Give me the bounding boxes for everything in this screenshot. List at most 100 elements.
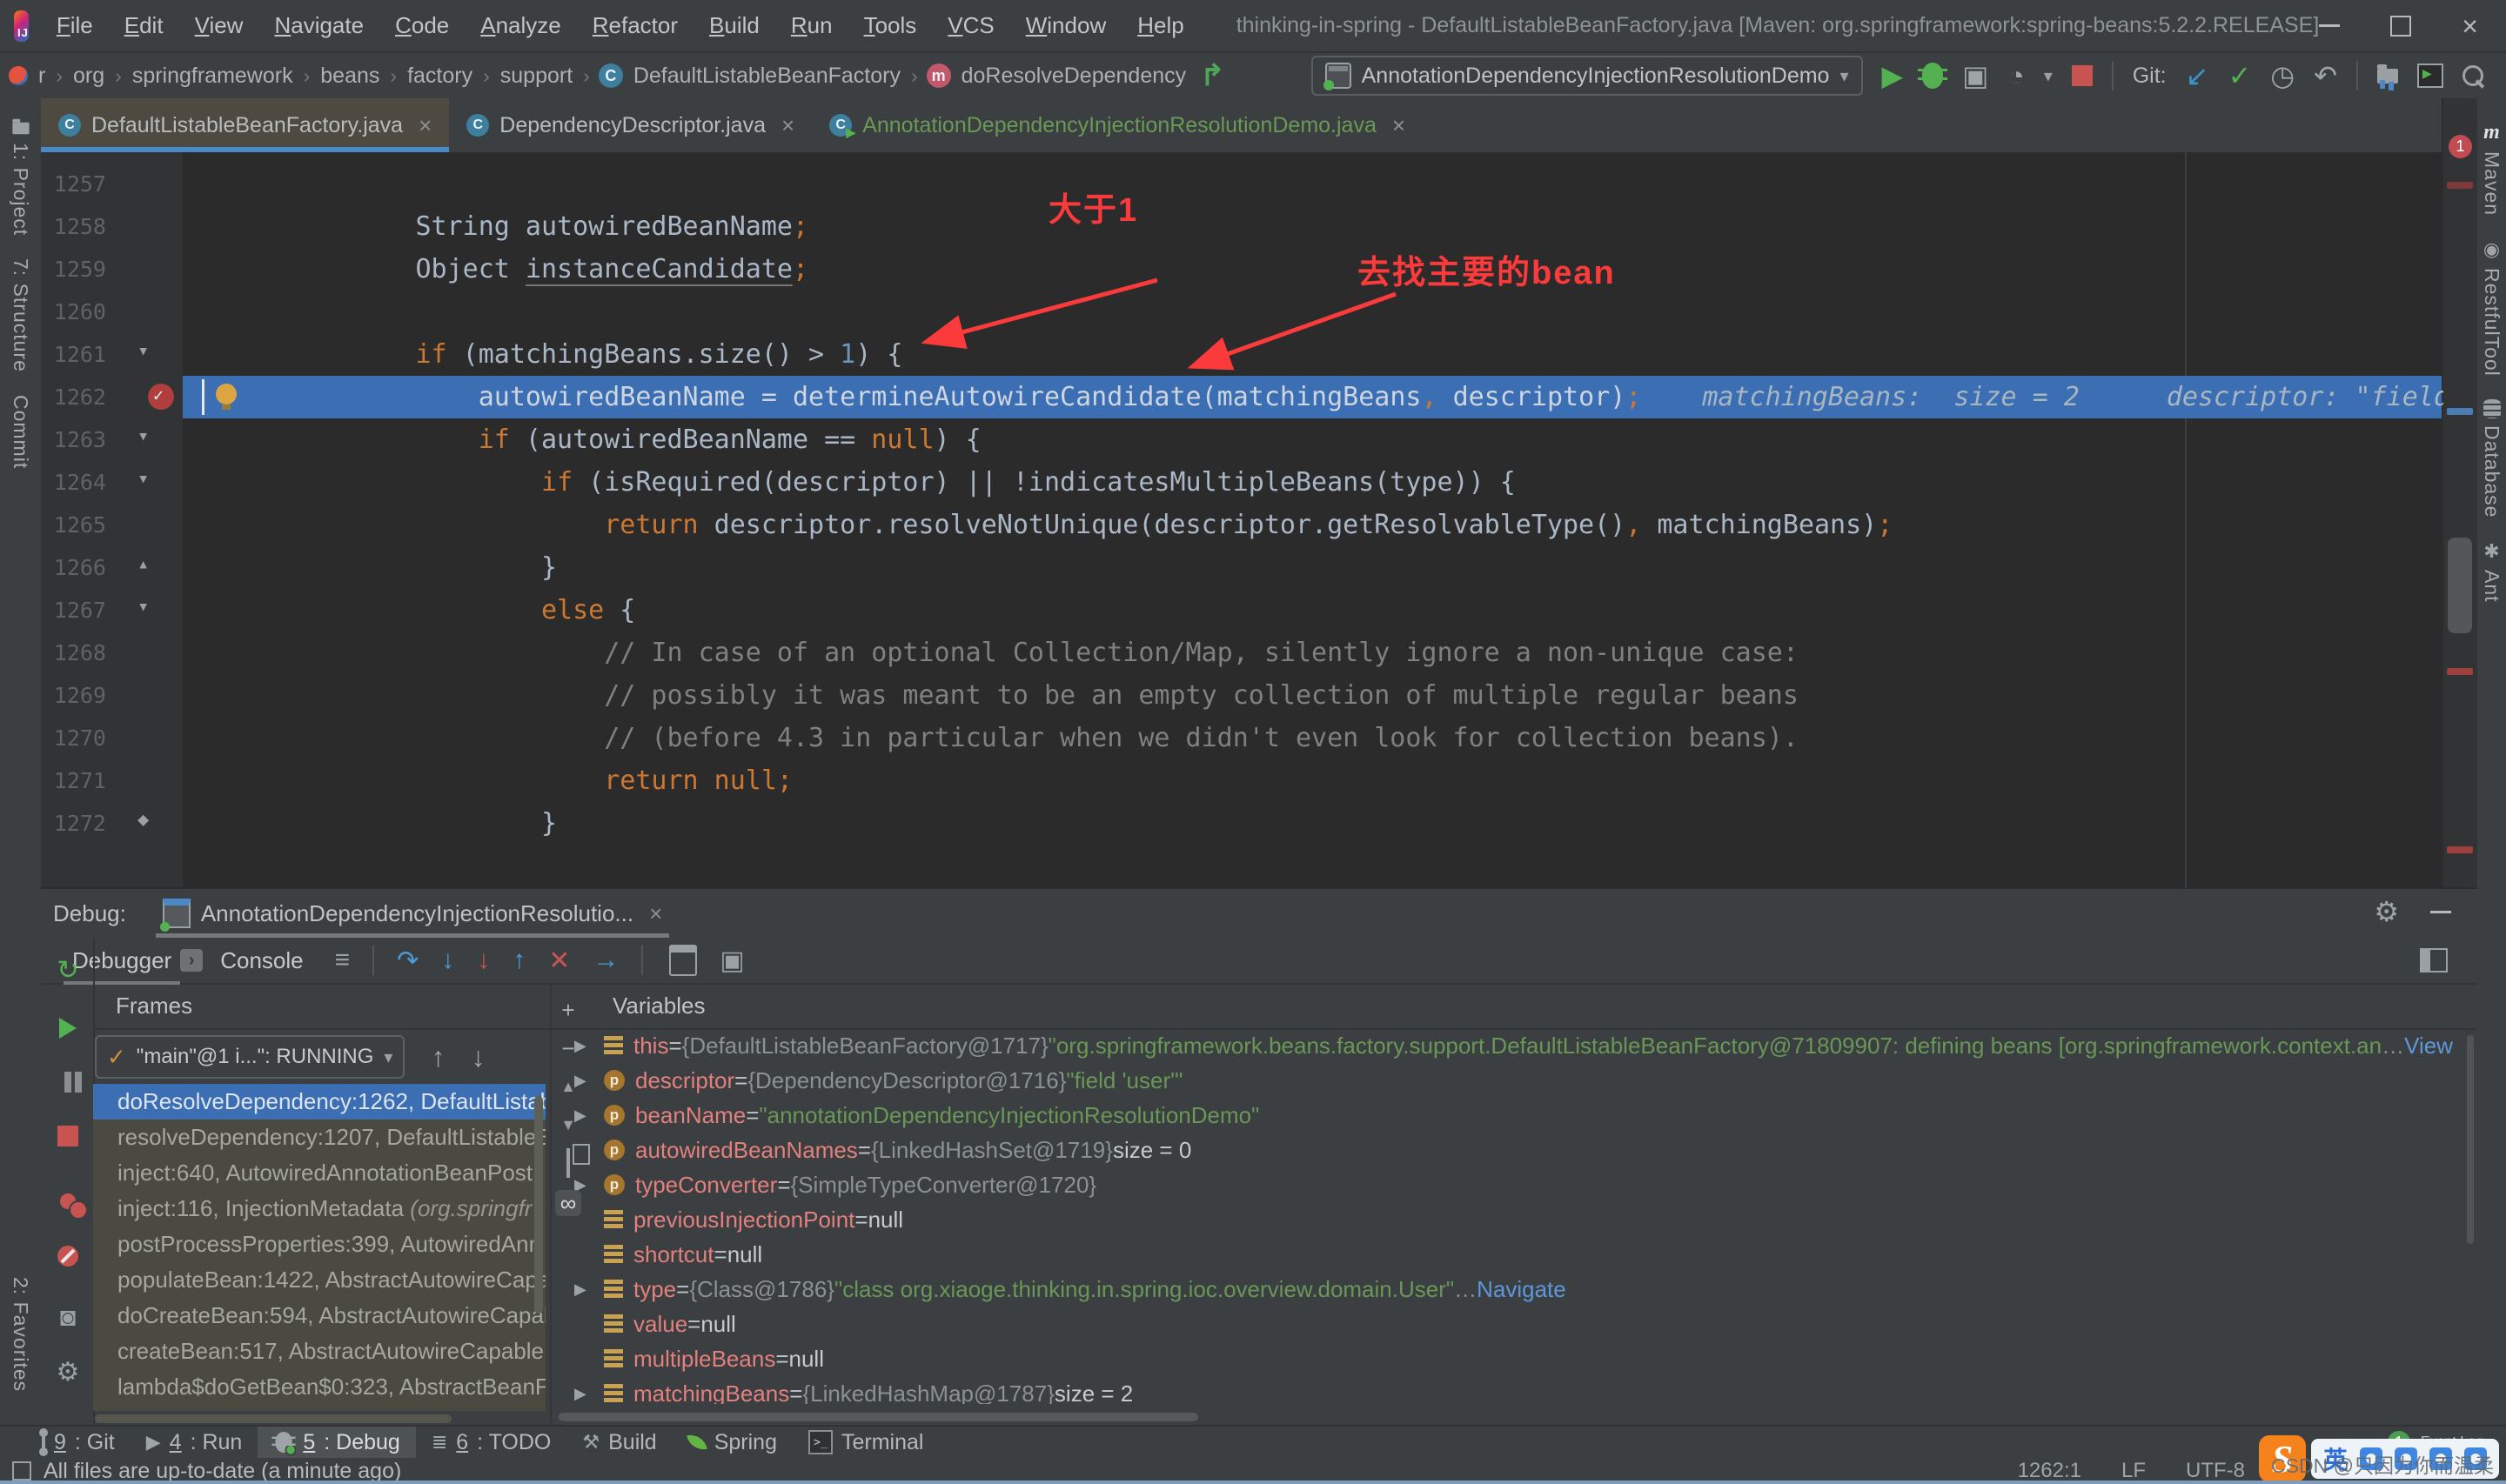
debugger-settings-icon[interactable]: ⚙ xyxy=(53,1357,83,1387)
error-count-badge[interactable]: 1 xyxy=(2449,135,2472,158)
menu-item-run[interactable]: Run xyxy=(779,7,845,44)
breadcrumb-item[interactable]: doResolveDependency xyxy=(960,62,1189,90)
gutter[interactable] xyxy=(106,504,290,546)
code-editor[interactable]: 1257 1258 String autowiredBeanName; 1259 O… xyxy=(41,152,2443,887)
view-breakpoints-icon[interactable] xyxy=(53,1187,88,1220)
frame-up-icon[interactable]: ↑ xyxy=(431,1043,445,1071)
breakpoint-icon[interactable] xyxy=(148,384,174,410)
running-processes-icon[interactable] xyxy=(2417,64,2443,88)
gutter[interactable]: ▾ xyxy=(106,589,290,632)
tab-console[interactable]: Console xyxy=(211,944,312,978)
hide-panel-icon[interactable] xyxy=(2430,910,2451,913)
value-link[interactable]: Navigate xyxy=(1477,1276,1566,1303)
variable-row[interactable]: p autowiredBeanNames = {LinkedHashSet@171… xyxy=(552,1133,2477,1167)
stack-frame-row[interactable]: inject:116, InjectionMetadata (org.sprin… xyxy=(93,1191,546,1227)
code-area[interactable]: 1257 1258 String autowiredBeanName; 1259 O… xyxy=(41,152,2443,843)
breadcrumb-item[interactable]: beans xyxy=(318,62,381,90)
git-rollback-button[interactable]: ↶ xyxy=(2314,62,2337,90)
menu-item-tools[interactable]: Tools xyxy=(852,7,929,44)
menu-item-edit[interactable]: Edit xyxy=(112,7,176,44)
force-step-into-icon[interactable]: ↓ xyxy=(477,946,490,975)
rerun-icon[interactable]: ↻ xyxy=(53,955,83,986)
stack-frame-row[interactable]: getObject:-1, 1827725498 (org.springfram xyxy=(93,1405,546,1411)
breadcrumb-item[interactable]: DefaultListableBeanFactory xyxy=(632,62,902,90)
caret-position[interactable]: 1262:1 xyxy=(2018,1459,2081,1483)
toolwindow-button-spring[interactable]: Spring xyxy=(673,1427,793,1458)
close-icon[interactable]: × xyxy=(781,112,794,139)
step-over-icon[interactable]: ↷ xyxy=(397,946,419,976)
variable-row[interactable]: ▶ type = {Class@1786} "class org.xiaoge.t… xyxy=(552,1272,2477,1307)
toolwindow-button-build[interactable]: ⚒ Build xyxy=(566,1427,672,1458)
drop-frame-icon[interactable]: ✕ xyxy=(548,946,570,976)
line-number[interactable]: 1264 xyxy=(41,470,106,495)
back-arrow-icon[interactable]: ↰ xyxy=(1200,58,1225,93)
line-number[interactable]: 1270 xyxy=(41,725,106,751)
gutter[interactable] xyxy=(106,205,290,248)
line-ending[interactable]: LF xyxy=(2121,1459,2146,1483)
gutter[interactable] xyxy=(106,674,290,717)
line-number[interactable]: 1266 xyxy=(41,555,106,580)
restore-layout-icon[interactable] xyxy=(2420,948,2448,973)
window-status-icon[interactable] xyxy=(12,1461,31,1481)
maximize-icon[interactable] xyxy=(2390,15,2412,37)
toolwindow-button-debug[interactable]: 5: Debug xyxy=(258,1427,416,1458)
toolwindow-button-git[interactable]: 9: Git xyxy=(26,1427,131,1458)
gutter[interactable] xyxy=(106,163,290,205)
gutter[interactable]: ▴ xyxy=(106,546,290,589)
tool-stripe-restfultool[interactable]: ◉ RestfulTool xyxy=(2477,238,2506,377)
menu-item-window[interactable]: Window xyxy=(1014,7,1118,44)
add-watch-icon[interactable]: + xyxy=(561,999,574,1021)
variable-row[interactable]: ▶ p typeConverter = {SimpleTypeConverter@1… xyxy=(552,1167,2477,1202)
menu-item-view[interactable]: View xyxy=(183,7,256,44)
fold-marker-icon[interactable]: ▾ xyxy=(137,596,149,618)
gutter[interactable] xyxy=(106,759,290,802)
error-stripe-mark[interactable] xyxy=(2447,182,2473,189)
variable-row[interactable]: previousInjectionPoint = null xyxy=(552,1202,2477,1237)
menu-item-build[interactable]: Build xyxy=(697,7,772,44)
stack-frame-row[interactable]: doCreateBean:594, AbstractAutowireCapab xyxy=(93,1298,546,1334)
profiler-chevron-icon[interactable]: ▾ xyxy=(2044,65,2053,87)
line-number[interactable]: 1263 xyxy=(41,427,106,452)
menu-item-refactor[interactable]: Refactor xyxy=(580,7,690,44)
line-number[interactable]: 1262 xyxy=(41,384,106,410)
variable-row[interactable]: ▶ p descriptor = {DependencyDescriptor@171… xyxy=(552,1063,2477,1098)
thread-selector[interactable]: ✓ "main"@1 i...": RUNNING ▾ xyxy=(95,1035,405,1079)
editor-tab[interactable]: C DependencyDescriptor.java × xyxy=(449,98,812,152)
resume-icon[interactable] xyxy=(53,1016,83,1046)
close-icon[interactable]: × xyxy=(649,900,662,927)
line-number[interactable]: 1269 xyxy=(41,683,106,708)
line-number[interactable]: 1258 xyxy=(41,214,106,239)
stop-debug-icon[interactable] xyxy=(53,1124,83,1153)
menu-item-code[interactable]: Code xyxy=(383,7,461,44)
debug-button[interactable] xyxy=(1918,63,1948,89)
thread-dump-icon[interactable]: ◙ xyxy=(53,1303,83,1333)
step-out-icon[interactable]: ↑ xyxy=(513,946,526,975)
move-up-icon[interactable]: ▲ xyxy=(560,1075,576,1098)
run-to-cursor-icon[interactable]: → xyxy=(593,946,619,975)
gutter[interactable]: ◆ xyxy=(106,802,290,843)
menu-item-help[interactable]: Help xyxy=(1125,7,1196,44)
frame-down-icon[interactable]: ↓ xyxy=(471,1043,485,1071)
tool-stripe-database[interactable]: Database xyxy=(2477,398,2506,518)
variable-row[interactable]: ▶ this = {DefaultListableBeanFactory@1717… xyxy=(552,1028,2477,1063)
error-stripe[interactable]: 1 xyxy=(2442,98,2477,887)
stack-frame-row[interactable]: populateBean:1422, AbstractAutowireCapa xyxy=(93,1262,546,1298)
line-number[interactable]: 1268 xyxy=(41,640,106,665)
fold-marker-icon[interactable]: ◆ xyxy=(137,809,149,831)
gutter[interactable] xyxy=(106,632,290,674)
settings-gear-icon[interactable]: ⚙ xyxy=(2374,898,2399,926)
editor-tab[interactable]: C DefaultListableBeanFactory.java × xyxy=(41,98,450,152)
intention-bulb-icon[interactable] xyxy=(216,384,237,410)
line-number[interactable]: 1265 xyxy=(41,512,106,538)
line-number[interactable]: 1257 xyxy=(41,171,106,197)
variable-row[interactable]: ▶ p beanName = "annotationDependencyInject… xyxy=(552,1098,2477,1133)
tool-stripe-favorites[interactable]: 2: Favorites xyxy=(0,1277,41,1392)
variable-row[interactable]: value = null xyxy=(552,1307,2477,1341)
fold-marker-icon[interactable]: ▴ xyxy=(137,553,149,575)
breadcrumb-item[interactable]: factory xyxy=(405,62,474,90)
line-number[interactable]: 1271 xyxy=(41,768,106,793)
pause-icon[interactable] xyxy=(53,1070,83,1100)
fold-marker-icon[interactable]: ▾ xyxy=(137,468,149,490)
breadcrumb-item[interactable]: org xyxy=(71,62,106,90)
current-line-stripe-mark[interactable] xyxy=(2447,408,2473,415)
